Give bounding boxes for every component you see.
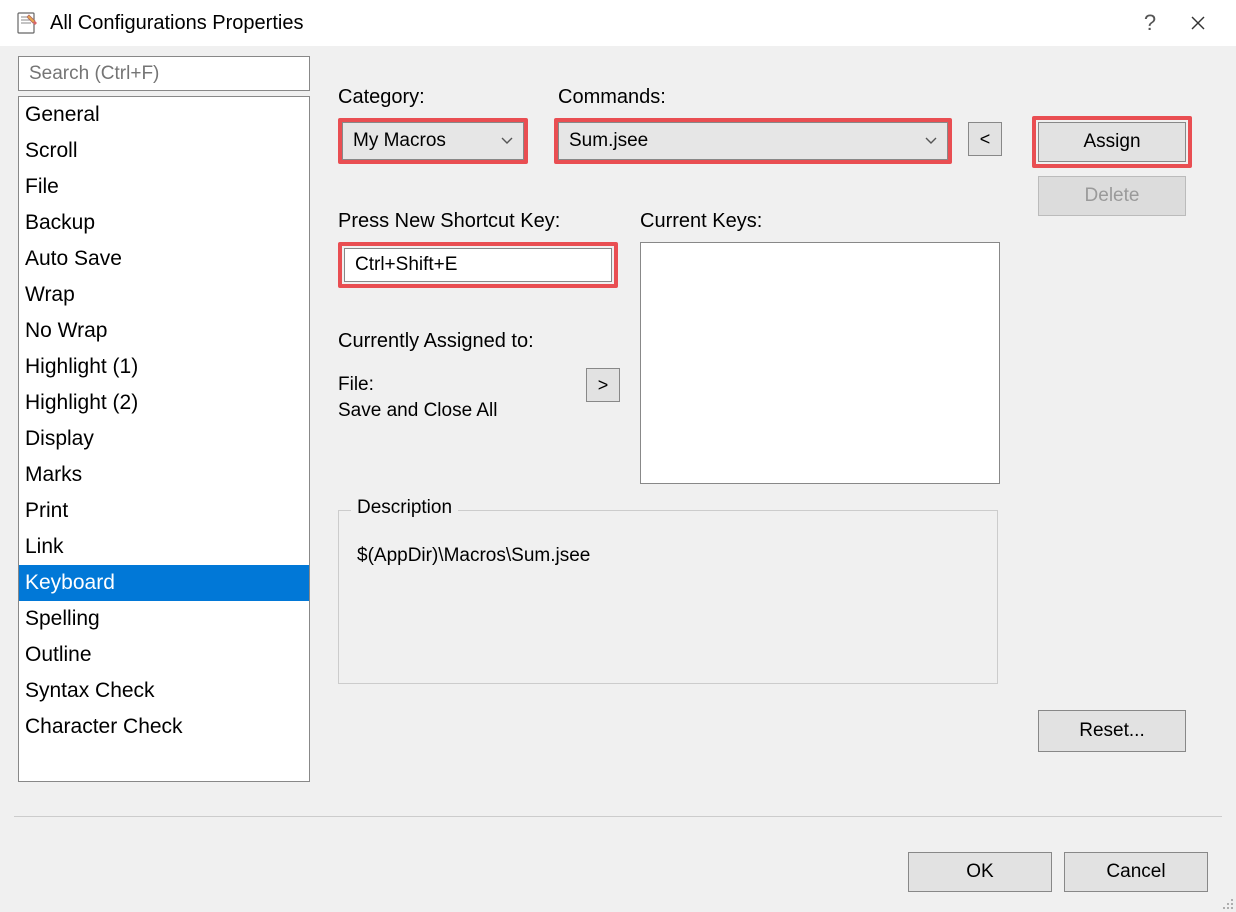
sidebar-item-no-wrap[interactable]: No Wrap (19, 313, 309, 349)
dialog-title: All Configurations Properties (50, 12, 1126, 35)
current-keys-label: Current Keys: (640, 210, 762, 233)
title-bar: All Configurations Properties ? (0, 0, 1236, 46)
description-legend: Description (351, 497, 458, 519)
press-new-label: Press New Shortcut Key: (338, 210, 560, 233)
resize-grip[interactable] (1218, 894, 1234, 910)
assign-button[interactable]: Assign (1038, 122, 1186, 162)
separator (14, 816, 1222, 817)
shortcut-input[interactable] (344, 248, 612, 282)
sidebar-item-syntax-check[interactable]: Syntax Check (19, 673, 309, 709)
sidebar-item-general[interactable]: General (19, 97, 309, 133)
app-icon (14, 10, 40, 36)
sidebar-item-print[interactable]: Print (19, 493, 309, 529)
sidebar-item-scroll[interactable]: Scroll (19, 133, 309, 169)
dialog-body: GeneralScrollFileBackupAuto SaveWrapNo W… (0, 46, 1236, 912)
sidebar-item-auto-save[interactable]: Auto Save (19, 241, 309, 277)
commands-combo[interactable]: Sum.jsee (558, 122, 948, 160)
close-button[interactable] (1174, 2, 1222, 44)
sidebar-item-display[interactable]: Display (19, 421, 309, 457)
sidebar-item-file[interactable]: File (19, 169, 309, 205)
close-icon (1191, 16, 1205, 30)
chevron-down-icon (501, 137, 513, 145)
cancel-button[interactable]: Cancel (1064, 852, 1208, 892)
sidebar-item-highlight-1-[interactable]: Highlight (1) (19, 349, 309, 385)
reset-button[interactable]: Reset... (1038, 710, 1186, 752)
sidebar-item-highlight-2-[interactable]: Highlight (2) (19, 385, 309, 421)
chevron-down-icon (925, 137, 937, 145)
sidebar-item-backup[interactable]: Backup (19, 205, 309, 241)
category-value: My Macros (353, 130, 446, 152)
sidebar-item-spelling[interactable]: Spelling (19, 601, 309, 637)
commands-label: Commands: (558, 86, 956, 109)
assigned-line2: Save and Close All (338, 400, 498, 422)
dialog-footer: OK Cancel (908, 852, 1208, 892)
description-text: $(AppDir)\Macros\Sum.jsee (357, 545, 979, 567)
description-group: Description $(AppDir)\Macros\Sum.jsee (338, 510, 998, 684)
current-keys-list[interactable] (640, 242, 1000, 484)
ok-button[interactable]: OK (908, 852, 1052, 892)
show-more-button[interactable]: > (586, 368, 620, 402)
sidebar-item-outline[interactable]: Outline (19, 637, 309, 673)
assigned-line1: File: (338, 374, 498, 396)
sidebar-item-keyboard[interactable]: Keyboard (19, 565, 309, 601)
category-label: Category: (338, 86, 528, 109)
delete-button: Delete (1038, 176, 1186, 216)
command-value: Sum.jsee (569, 130, 648, 152)
currently-assigned-label: Currently Assigned to: (338, 330, 534, 353)
search-input[interactable] (18, 56, 310, 91)
sidebar-item-character-check[interactable]: Character Check (19, 709, 309, 745)
category-combo[interactable]: My Macros (342, 122, 524, 160)
remove-command-button[interactable]: < (968, 122, 1002, 156)
sidebar-item-marks[interactable]: Marks (19, 457, 309, 493)
sidebar-item-wrap[interactable]: Wrap (19, 277, 309, 313)
category-list[interactable]: GeneralScrollFileBackupAuto SaveWrapNo W… (18, 96, 310, 782)
sidebar-item-link[interactable]: Link (19, 529, 309, 565)
help-button[interactable]: ? (1126, 2, 1174, 44)
